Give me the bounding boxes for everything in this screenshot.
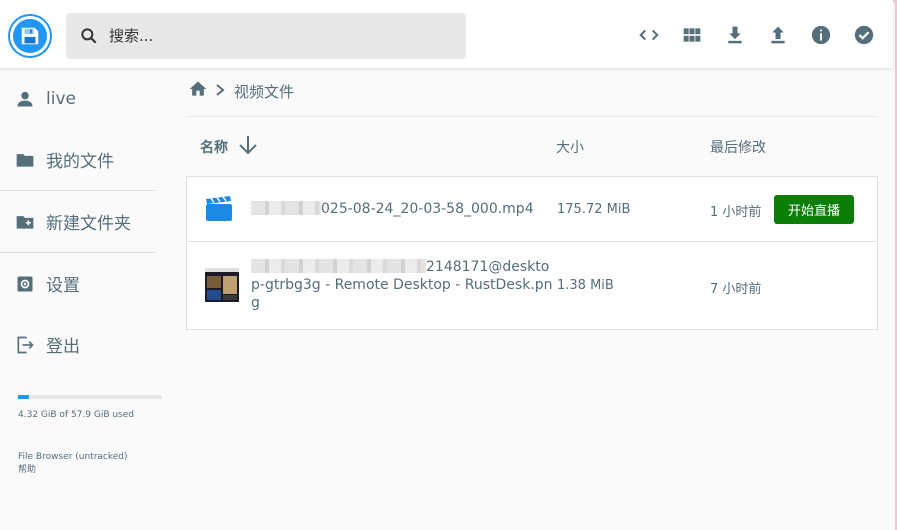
download-icon[interactable] bbox=[724, 24, 746, 46]
list-item[interactable]: 025-08-24_20-03-58_000.mp4 175.72 MiB 1 … bbox=[187, 177, 877, 242]
home-icon[interactable] bbox=[188, 79, 208, 103]
sidebar-item-label: 新建文件夹 bbox=[46, 214, 131, 234]
file-modified: 7 小时前 bbox=[710, 282, 762, 297]
storage-usage-bar bbox=[18, 395, 162, 399]
sidebar-item-new-folder[interactable]: 新建文件夹 bbox=[0, 191, 165, 252]
grid-view-icon[interactable] bbox=[681, 24, 703, 46]
check-circle-icon[interactable] bbox=[853, 24, 875, 46]
arrow-down-icon[interactable] bbox=[236, 133, 260, 161]
code-icon[interactable] bbox=[638, 24, 660, 46]
file-modified: 1 小时前 bbox=[710, 205, 762, 220]
app-logo-floppy-icon[interactable] bbox=[10, 16, 50, 56]
file-size: 1.38 MiB bbox=[557, 278, 614, 293]
search-icon bbox=[79, 25, 101, 47]
info-icon[interactable] bbox=[810, 24, 832, 46]
chevron-right-icon bbox=[214, 82, 226, 101]
logout-icon bbox=[14, 334, 36, 356]
column-header-modified[interactable]: 最后修改 bbox=[710, 137, 766, 157]
sidebar-item-label: 我的文件 bbox=[46, 152, 114, 172]
sidebar-item-logout[interactable]: 登出 bbox=[0, 314, 165, 375]
new-folder-icon bbox=[14, 211, 36, 233]
top-bar bbox=[0, 0, 893, 68]
sidebar-item-label: 登出 bbox=[46, 337, 80, 357]
storage-usage-fill bbox=[18, 395, 29, 399]
footer-version: File Browser (untracked) bbox=[18, 452, 128, 462]
sidebar-item-my-files[interactable]: 我的文件 bbox=[0, 129, 165, 190]
image-thumbnail bbox=[205, 268, 239, 306]
sidebar-item-label: live bbox=[46, 88, 76, 109]
sidebar-item-label: 设置 bbox=[46, 276, 80, 296]
person-icon bbox=[14, 88, 36, 110]
video-file-icon bbox=[205, 196, 233, 226]
redacted-text bbox=[251, 259, 426, 273]
start-live-button[interactable]: 开始直播 bbox=[774, 195, 854, 224]
settings-icon bbox=[14, 273, 36, 295]
column-name-label: 名称 bbox=[200, 140, 228, 156]
sidebar: live 我的文件 新建文件夹 设置 登出 bbox=[0, 68, 165, 375]
folder-icon bbox=[14, 149, 36, 171]
sidebar-item-settings[interactable]: 设置 bbox=[0, 253, 165, 314]
breadcrumb-current[interactable]: 视频文件 bbox=[234, 81, 294, 102]
list-header: 名称 大小 最后修改 bbox=[186, 117, 878, 175]
upload-icon[interactable] bbox=[767, 24, 789, 46]
search-input[interactable] bbox=[109, 27, 449, 45]
list-item[interactable]: 2148171@deskto p-gtrbg3g - Remote Deskto… bbox=[187, 242, 877, 329]
file-list: 025-08-24_20-03-58_000.mp4 175.72 MiB 1 … bbox=[186, 176, 878, 330]
redacted-text bbox=[251, 201, 321, 215]
breadcrumb: 视频文件 bbox=[188, 80, 294, 102]
file-size: 175.72 MiB bbox=[557, 202, 631, 217]
help-link[interactable]: 帮助 bbox=[18, 464, 128, 477]
file-name: 2148171@deskto p-gtrbg3g - Remote Deskto… bbox=[251, 259, 553, 311]
search-box[interactable] bbox=[66, 13, 466, 59]
storage-usage-text: 4.32 GiB of 57.9 GiB used bbox=[18, 410, 134, 420]
column-header-name[interactable]: 名称 bbox=[200, 133, 260, 161]
column-header-size[interactable]: 大小 bbox=[556, 137, 584, 157]
footer: File Browser (untracked) 帮助 bbox=[18, 451, 128, 477]
file-name: 025-08-24_20-03-58_000.mp4 bbox=[251, 200, 534, 218]
sidebar-item-user[interactable]: live bbox=[0, 68, 165, 129]
